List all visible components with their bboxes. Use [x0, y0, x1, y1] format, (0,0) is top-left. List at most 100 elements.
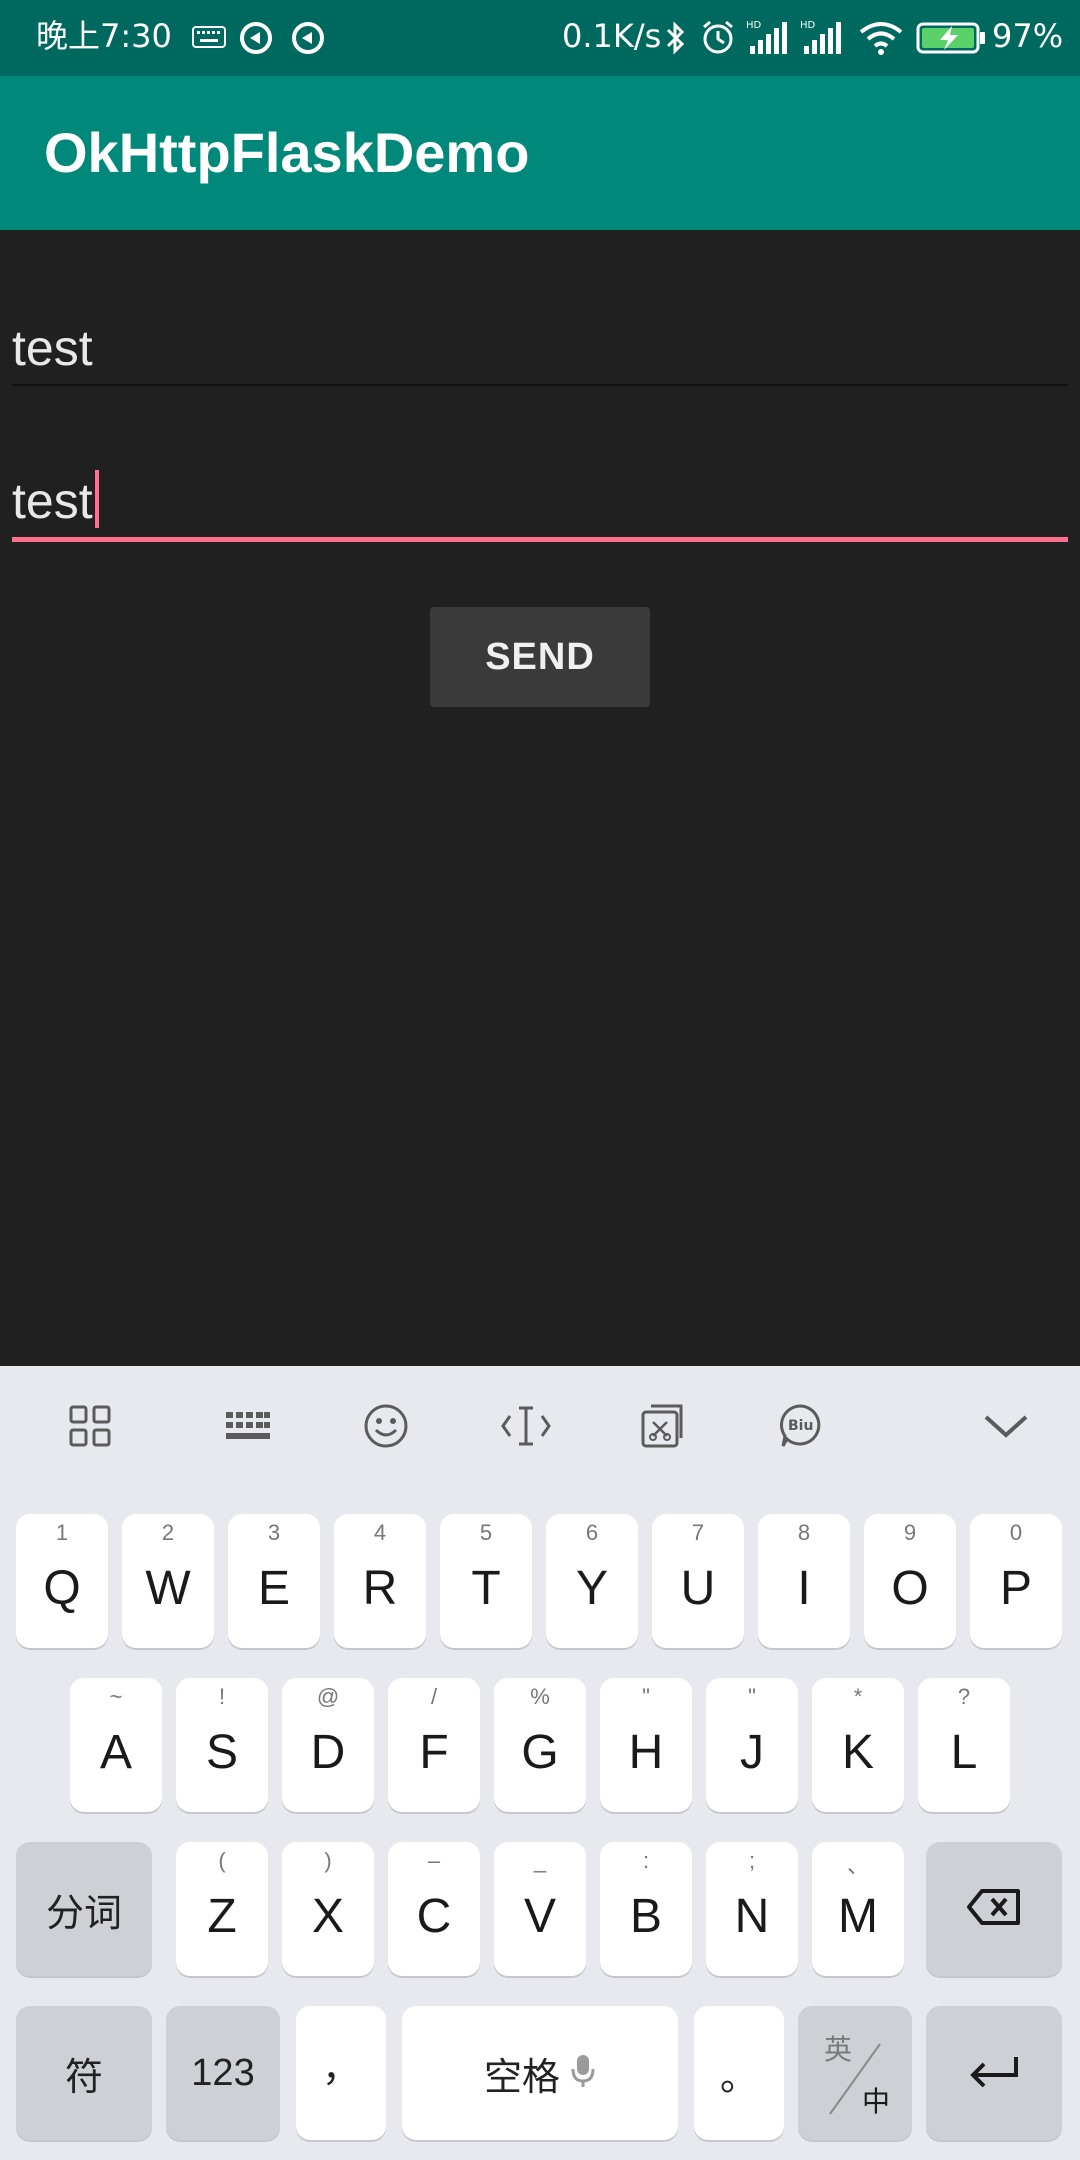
key-hint: 7: [691, 1520, 705, 1545]
app-title: OkHttpFlaskDemo: [44, 121, 530, 184]
send-button[interactable]: SEND: [430, 607, 650, 707]
key-label: D: [310, 1725, 346, 1779]
key-x[interactable]: ) X: [282, 1842, 374, 1976]
key-k[interactable]: * K: [812, 1678, 904, 1812]
numbers-key[interactable]: 123: [166, 2006, 280, 2140]
key-hint: 0: [1009, 1520, 1023, 1545]
key-label: E: [257, 1561, 290, 1615]
hd-signal-icon: HD: [746, 18, 794, 58]
svg-text:HD: HD: [800, 20, 816, 31]
key-j[interactable]: " J: [706, 1678, 798, 1812]
key-label: L: [950, 1725, 978, 1779]
key-r[interactable]: 4R: [334, 1514, 426, 1648]
text-field-2-value: test: [12, 473, 93, 529]
field-2-underline: [12, 537, 1068, 542]
key-l[interactable]: ? L: [918, 1678, 1010, 1812]
space-key-label: 空格: [483, 2054, 560, 2099]
segment-key-label: 分词: [45, 1890, 122, 1935]
key-label: S: [205, 1725, 238, 1779]
text-field-2[interactable]: test: [12, 470, 99, 531]
key-q[interactable]: 1Q: [16, 1514, 108, 1648]
text-cursor: [94, 470, 99, 528]
key-t[interactable]: 5T: [440, 1514, 532, 1648]
comma-key-label: ，: [321, 2045, 360, 2090]
biu-icon[interactable]: Biu: [770, 1396, 830, 1456]
backspace-key[interactable]: [926, 1842, 1062, 1976]
key-hint: ?: [957, 1684, 971, 1709]
key-u[interactable]: 7U: [652, 1514, 744, 1648]
key-p[interactable]: 0P: [970, 1514, 1062, 1648]
symbols-key[interactable]: 符: [16, 2006, 152, 2140]
key-c[interactable]: – C: [388, 1842, 480, 1976]
key-hint: /: [430, 1684, 438, 1709]
key-n[interactable]: ; N: [706, 1842, 798, 1976]
key-hint: 6: [585, 1520, 599, 1545]
wifi-icon: [858, 18, 904, 58]
key-s[interactable]: ! S: [176, 1678, 268, 1812]
key-d[interactable]: @ D: [282, 1678, 374, 1812]
key-hint: 2: [161, 1520, 175, 1545]
language-switch-key[interactable]: 英 中: [798, 2006, 912, 2140]
text-field-1[interactable]: test: [12, 318, 93, 378]
key-label: Z: [207, 1889, 237, 1943]
svg-text:HD: HD: [746, 20, 762, 31]
key-label: P: [999, 1561, 1032, 1615]
comma-key[interactable]: ，: [296, 2006, 386, 2140]
key-label: Y: [575, 1561, 608, 1615]
microphone-icon: [570, 2053, 596, 2093]
key-g[interactable]: % G: [494, 1678, 586, 1812]
key-label: Q: [43, 1561, 81, 1615]
key-a[interactable]: ~ A: [70, 1678, 162, 1812]
key-i[interactable]: 8I: [758, 1514, 850, 1648]
key-hint: 4: [373, 1520, 387, 1545]
key-hint: 5: [479, 1520, 493, 1545]
key-hint: _: [533, 1848, 547, 1873]
key-v[interactable]: _ V: [494, 1842, 586, 1976]
space-key[interactable]: 空格: [402, 2006, 678, 2140]
key-hint: @: [316, 1684, 340, 1709]
keyboard-icon[interactable]: [218, 1396, 278, 1456]
key-f[interactable]: / F: [388, 1678, 480, 1812]
key-label: I: [797, 1561, 811, 1615]
key-label: B: [629, 1889, 662, 1943]
enter-icon: [966, 2051, 1022, 2095]
segment-key[interactable]: 分词: [16, 1842, 152, 1976]
key-hint: ": [642, 1684, 650, 1709]
backspace-icon: [966, 1887, 1022, 1931]
emoji-icon[interactable]: [356, 1396, 416, 1456]
key-hint: 、: [846, 1853, 869, 1878]
key-h[interactable]: " H: [600, 1678, 692, 1812]
sync-icon: [238, 18, 274, 58]
svg-text:Biu: Biu: [788, 1418, 813, 1434]
period-key-label: 。: [719, 2054, 758, 2099]
battery-charging-icon: [916, 22, 988, 62]
key-m[interactable]: 、 M: [812, 1842, 904, 1976]
key-label: F: [419, 1725, 449, 1779]
key-hint: –: [427, 1848, 441, 1873]
key-label: A: [99, 1725, 132, 1779]
key-z[interactable]: (Z: [176, 1842, 268, 1976]
key-label: V: [523, 1889, 556, 1943]
enter-key[interactable]: [926, 2006, 1062, 2140]
battery-level: 97%: [992, 17, 1064, 55]
key-label: C: [416, 1889, 452, 1943]
period-key[interactable]: 。: [694, 2006, 784, 2140]
key-y[interactable]: 6Y: [546, 1514, 638, 1648]
key-label: X: [311, 1889, 344, 1943]
key-e[interactable]: 3E: [228, 1514, 320, 1648]
key-hint: ~: [109, 1684, 123, 1709]
key-b[interactable]: :B: [600, 1842, 692, 1976]
symbols-key-label: 符: [64, 2054, 103, 2099]
key-label: U: [680, 1561, 716, 1615]
key-w[interactable]: 2W: [122, 1514, 214, 1648]
net-speed: 0.1K/s: [562, 17, 662, 55]
field-1-underline: [12, 384, 1068, 386]
clipboard-icon[interactable]: [632, 1396, 692, 1456]
key-hint: 9: [903, 1520, 917, 1545]
key-o[interactable]: 9O: [864, 1514, 956, 1648]
grid-icon[interactable]: [60, 1396, 120, 1456]
text-cursor-icon[interactable]: [496, 1396, 556, 1456]
chevron-down-icon[interactable]: [976, 1396, 1036, 1456]
status-time: 晚上7:30: [36, 17, 172, 55]
key-hint: 3: [267, 1520, 281, 1545]
